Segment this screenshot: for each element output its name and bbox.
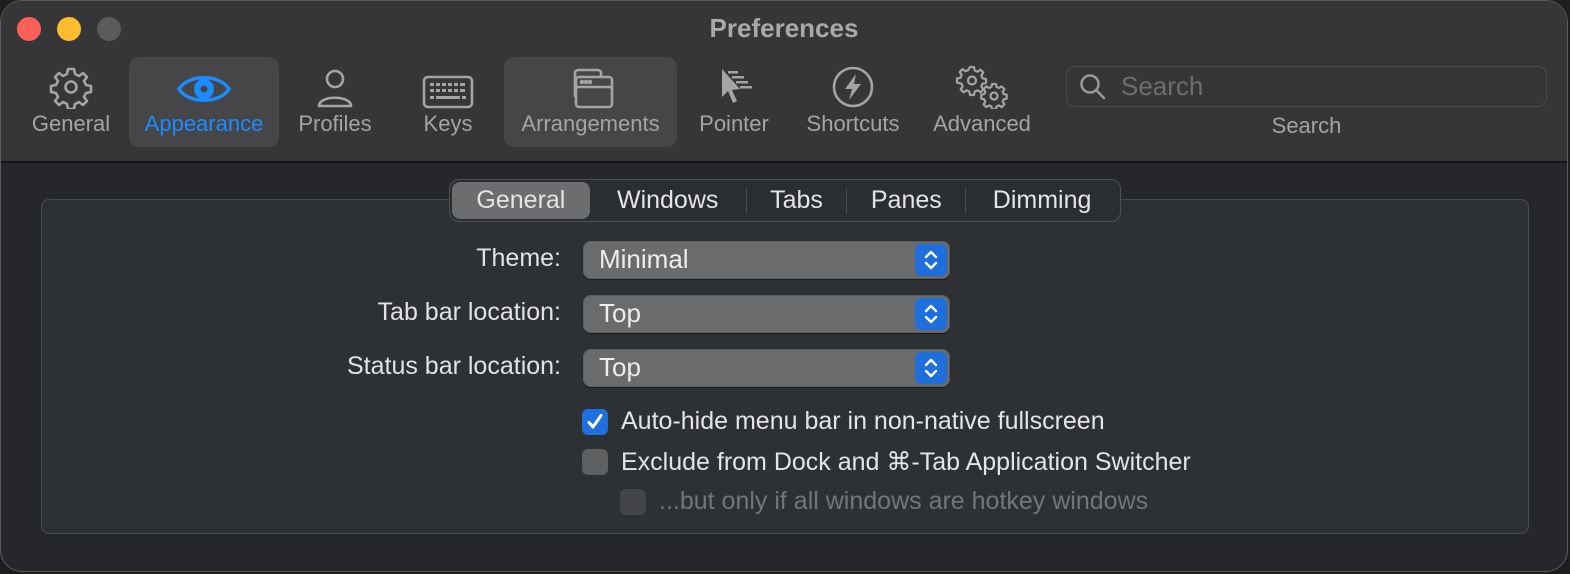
exclude-from-dock-checkbox[interactable]: Exclude from Dock and ⌘-Tab Application …: [582, 447, 1191, 477]
chevron-up-down-icon: [915, 352, 947, 384]
checkbox-label: Exclude from Dock and ⌘-Tab Application …: [621, 448, 1191, 476]
checkbox-label: Auto-hide menu bar in non-native fullscr…: [621, 407, 1105, 435]
toolbar-item-label: Arrangements: [521, 111, 660, 136]
lightning-icon: [831, 57, 875, 109]
preferences-window: Preferences General Appearance Profiles …: [0, 0, 1568, 572]
theme-value: Minimal: [599, 244, 689, 274]
only-hotkey-windows-checkbox: ...but only if all windows are hotkey wi…: [620, 487, 1148, 516]
chevron-up-down-icon: [915, 298, 947, 330]
tab-panes[interactable]: Panes: [847, 182, 965, 219]
toolbar-item-label: Appearance: [144, 111, 264, 136]
checkbox-label: ...but only if all windows are hotkey wi…: [659, 487, 1149, 515]
status-bar-location-select[interactable]: Top: [583, 349, 950, 387]
auto-hide-menu-bar-checkbox[interactable]: Auto-hide menu bar in non-native fullscr…: [582, 407, 1105, 436]
search-input[interactable]: [1119, 70, 1523, 103]
search-label: Search: [1271, 113, 1342, 138]
checkbox-disabled: [620, 488, 646, 515]
toolbar-item-shortcuts[interactable]: Shortcuts: [799, 57, 907, 147]
tab-tabs[interactable]: Tabs: [747, 182, 847, 219]
toolbar-item-appearance[interactable]: Appearance: [129, 57, 279, 147]
toolbar-item-label: Pointer: [699, 111, 769, 136]
gear-icon: [49, 57, 93, 109]
eye-icon: [176, 57, 232, 109]
gears-icon: [954, 57, 1010, 109]
theme-select[interactable]: Minimal: [583, 241, 950, 279]
toolbar-item-label: Advanced: [933, 111, 1031, 136]
toolbar-item-advanced[interactable]: Advanced: [927, 57, 1037, 147]
tab-bar: General Windows Tabs Panes Dimming: [449, 179, 1121, 222]
checkmark-icon: [587, 413, 603, 428]
tab-bar-location-label: Tab bar location:: [377, 298, 561, 326]
toolbar-item-profiles[interactable]: Profiles: [289, 57, 381, 147]
windows-icon: [566, 57, 616, 109]
status-bar-location-value: Top: [599, 352, 641, 382]
keyboard-icon: [422, 57, 474, 109]
theme-label: Theme:: [476, 244, 561, 272]
checkbox-checked[interactable]: [582, 408, 608, 435]
search-field[interactable]: [1066, 66, 1547, 107]
toolbar-item-label: Shortcuts: [806, 111, 900, 136]
toolbar-item-label: Keys: [423, 111, 473, 136]
search-icon: [1080, 73, 1106, 99]
toolbar-item-label: General: [31, 111, 111, 136]
person-icon: [315, 57, 355, 109]
tab-bar-location-value: Top: [599, 298, 641, 328]
tab-windows[interactable]: Windows: [590, 182, 746, 219]
toolbar-item-pointer[interactable]: Pointer: [689, 57, 779, 147]
checkbox-unchecked[interactable]: [582, 449, 608, 475]
toolbar-item-label: Profiles: [298, 111, 372, 136]
toolbar-item-arrangements[interactable]: Arrangements: [504, 57, 677, 147]
toolbar-item-general[interactable]: General: [21, 57, 121, 147]
window-title: Preferences: [709, 13, 859, 43]
tab-bar-location-select[interactable]: Top: [583, 295, 950, 333]
toolbar: Preferences General Appearance Profiles …: [1, 1, 1567, 163]
status-bar-location-label: Status bar location:: [346, 352, 561, 380]
pointer-icon: [712, 57, 756, 109]
chevron-up-down-icon: [915, 244, 947, 276]
toolbar-item-keys[interactable]: Keys: [409, 57, 487, 147]
tab-general[interactable]: General: [452, 182, 590, 219]
tab-dimming[interactable]: Dimming: [966, 182, 1118, 219]
